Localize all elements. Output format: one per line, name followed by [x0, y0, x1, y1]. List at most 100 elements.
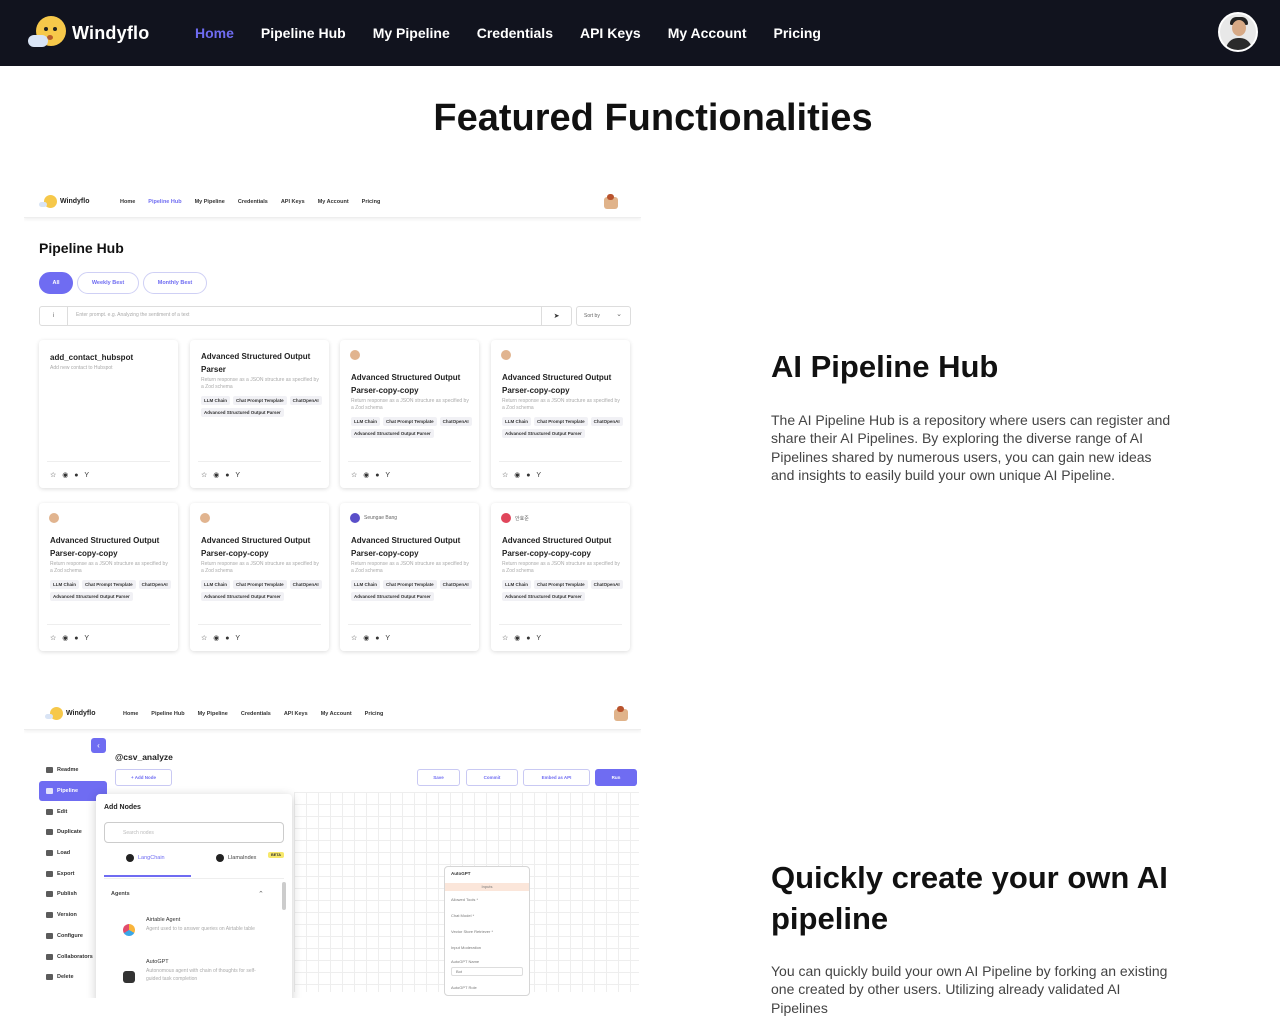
node-field: Vector Store Retriever * — [451, 929, 494, 934]
card-actions-icons: ☆ ◉ ● Y — [351, 472, 392, 479]
sidebar-item-label: Export — [57, 870, 75, 877]
mini-brand-name: Windyflo — [66, 710, 96, 717]
delete-icon — [46, 974, 53, 981]
brand-name: Windyflo — [72, 22, 150, 43]
author-avatar-icon — [200, 513, 210, 523]
card-tag: Chat Prompt Template — [233, 580, 287, 589]
card-title: add_contact_hubspot — [50, 353, 134, 362]
author-name: 안효준 — [515, 515, 529, 522]
nav-link-credentials[interactable]: Credentials — [477, 25, 553, 41]
card-desc: Return response as a JSON structure as s… — [201, 561, 319, 574]
pipeline-card: Advanced Structured Output Parser-copy-c… — [39, 503, 178, 651]
embed-as-api-button: Embed as API — [523, 769, 590, 786]
pipeline-card: Advanced Structured Output Parser Return… — [190, 340, 329, 488]
langchain-icon — [126, 854, 134, 862]
sidebar-item-label: Edit — [57, 808, 68, 815]
node-field: Allowed Tools * — [451, 897, 479, 902]
card-tag: ChatOpenAI — [289, 396, 322, 405]
agent-name: AutoGPT — [146, 959, 169, 965]
sidebar-item-label: Publish — [57, 891, 77, 898]
chevron-up-icon: ⌃ — [258, 891, 264, 898]
node-name-input: Bot — [451, 967, 523, 976]
card-tag: Chat Prompt Template — [383, 417, 437, 426]
author-avatar-icon — [350, 513, 360, 523]
tab-llamaindex: LlamaIndex — [216, 854, 256, 862]
pipeline-icon — [46, 788, 53, 795]
collapse-sidebar-icon: ‹ — [91, 738, 106, 753]
author-avatar-icon — [350, 350, 360, 360]
node-inputs-band: Inputs — [445, 883, 529, 891]
filter-all: All — [39, 272, 73, 294]
card-tag: ChatOpenAI — [138, 580, 171, 589]
hub-title: Pipeline Hub — [39, 240, 124, 256]
mini-nav-link: Home — [120, 198, 136, 205]
mini-nav-links: Home Pipeline Hub My Pipeline Credential… — [120, 199, 380, 205]
brand[interactable]: Windyflo — [26, 13, 149, 53]
mini-nav-link: My Pipeline — [197, 710, 228, 717]
mini-brand-name: Windyflo — [60, 198, 90, 205]
nav-link-api-keys[interactable]: API Keys — [580, 25, 641, 41]
user-avatar[interactable] — [1218, 12, 1258, 52]
card-tags: LLM Chain Chat Prompt Template ChatOpenA… — [502, 580, 624, 601]
autogpt-icon — [123, 971, 135, 983]
card-actions-icons: ☆ ◉ ● Y — [50, 635, 91, 642]
sidebar-item-label: Collaborators — [57, 953, 93, 960]
card-tags: LLM Chain Chat Prompt Template ChatOpenA… — [351, 417, 473, 438]
agent-desc: Agent used to to answer queries on Airta… — [146, 926, 255, 932]
node-field: Chat Model * — [451, 913, 475, 918]
card-desc: Return response as a JSON structure as s… — [502, 561, 620, 574]
card-tags: LLM Chain Chat Prompt Template ChatOpenA… — [351, 580, 473, 601]
card-desc: Return response as a JSON structure as s… — [201, 377, 319, 390]
run-button: Run — [595, 769, 637, 786]
agent-name: Airtable Agent — [146, 917, 181, 923]
panel-scrollbar — [282, 882, 286, 910]
card-title: Advanced Structured Output Parser-copy-c… — [201, 536, 311, 558]
card-author — [49, 513, 63, 523]
top-navbar: Windyflo Home Pipeline Hub My Pipeline C… — [0, 0, 1280, 66]
card-tag: ChatOpenAI — [439, 580, 472, 589]
card-tag: Chat Prompt Template — [233, 396, 287, 405]
card-tags: LLM Chain Chat Prompt Template ChatOpenA… — [201, 580, 323, 601]
tab-label: LlamaIndex — [228, 855, 257, 861]
nav-link-my-pipeline[interactable]: My Pipeline — [373, 25, 450, 41]
mini-nav-link: Pipeline Hub — [148, 198, 182, 205]
card-tags: LLM Chain Chat Prompt Template ChatOpenA… — [201, 396, 323, 417]
mini-nav-link: API Keys — [283, 710, 308, 717]
feature-description: You can quickly build your own AI Pipeli… — [771, 963, 1168, 1016]
card-tag: Chat Prompt Template — [383, 580, 437, 589]
nav-link-pipeline-hub[interactable]: Pipeline Hub — [261, 25, 346, 41]
sidebar-item-label: Load — [57, 850, 71, 857]
author-avatar-icon — [49, 513, 59, 523]
nav-link-my-account[interactable]: My Account — [668, 25, 747, 41]
tab-langchain: LangChain — [126, 854, 165, 862]
node-name-placeholder: Bot — [456, 969, 463, 974]
agent-desc: Autonomous agent with chain of thoughts … — [146, 968, 256, 982]
mini-nav-link: Credentials — [240, 710, 271, 717]
section-title: Featured Functionalities — [433, 97, 873, 139]
card-tag: Advanced Structured Output Parser — [201, 592, 284, 601]
publish-icon — [46, 891, 53, 898]
mini-nav-links: Home Pipeline Hub My Pipeline Credential… — [123, 711, 383, 717]
search-placeholder: Enter prompt. e.g. Analyzing the sentime… — [76, 312, 190, 318]
sidebar-item-label: Version — [57, 912, 77, 919]
pipeline-hub-screenshot: Windyflo Home Pipeline Hub My Pipeline C… — [24, 186, 641, 664]
mini-logo-icon — [45, 707, 63, 720]
author-avatar-icon — [501, 350, 511, 360]
card-actions-icons: ☆ ◉ ● Y — [50, 472, 91, 479]
card-tag: Advanced Structured Output Parser — [50, 592, 133, 601]
mini-nav-link: My Account — [317, 198, 349, 205]
card-tag: LLM Chain — [201, 580, 230, 589]
nav-link-pricing[interactable]: Pricing — [774, 25, 821, 41]
llamaindex-icon — [216, 854, 224, 862]
mini-avatar-icon — [614, 706, 628, 721]
nav-link-home[interactable]: Home — [195, 25, 234, 41]
autogpt-node: AutoGPT Inputs Allowed Tools * Chat Mode… — [444, 866, 530, 996]
mini-nav-link: Pricing — [361, 198, 381, 205]
sidebar-item-label: Duplicate — [57, 829, 82, 836]
sidebar-item-label: Configure — [57, 932, 83, 939]
sort-by-select: Sort by — [576, 306, 631, 326]
mini-logo: Windyflo — [45, 707, 96, 720]
add-node-button: + Add Node — [115, 769, 172, 786]
mini-nav-link: Home — [123, 710, 139, 717]
mini-nav-link: Pricing — [364, 710, 384, 717]
